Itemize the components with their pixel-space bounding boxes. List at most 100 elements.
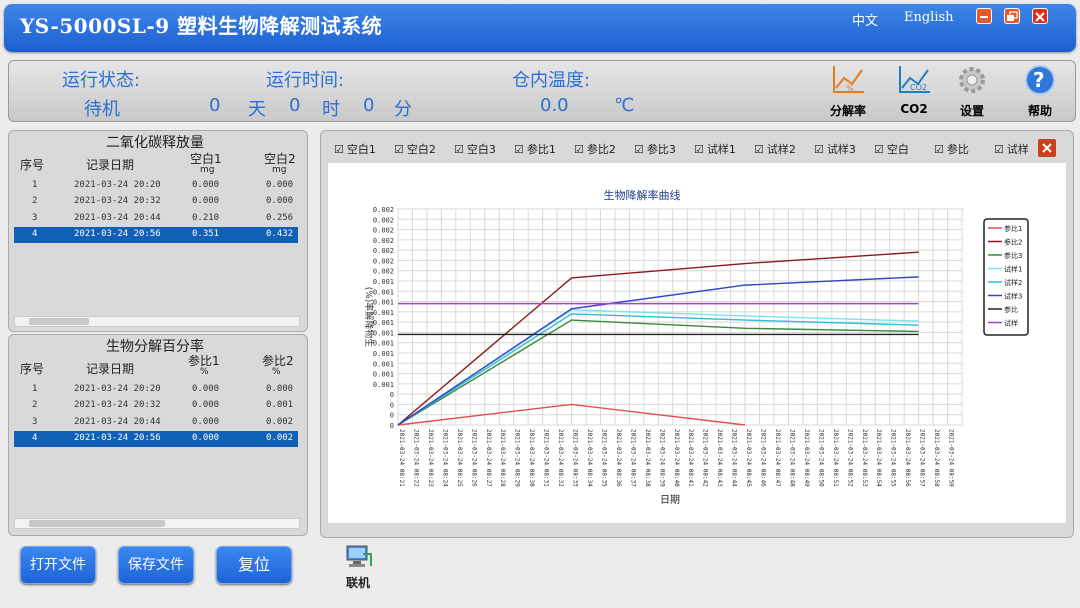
help-tool-button[interactable]: ? 帮助 xyxy=(1010,64,1070,119)
series-checkbox[interactable]: ☑ 参比1 xyxy=(514,141,556,157)
table-row[interactable]: 1 2021-03-24 20:20 0.000 0.000 xyxy=(14,178,298,194)
series-checkbox-label: 空白2 xyxy=(406,143,436,156)
table-row-selected[interactable]: 4 2021-03-24 20:56 0.351 0.432 xyxy=(14,227,298,243)
y-tick-label: 0.001 xyxy=(373,319,394,327)
y-tick-label: 0 xyxy=(390,422,394,430)
row-ref1: 0.000 xyxy=(192,400,220,410)
x-tick-label: 2021-03-24 08:43 xyxy=(716,429,723,487)
x-tick-label: 2021-03-24 08:29 xyxy=(514,429,521,487)
x-tick-label: 2021-03-24 08:57 xyxy=(919,429,926,487)
y-tick-label: 0.002 xyxy=(373,257,394,265)
checkbox-checked-icon: ☑ xyxy=(694,143,704,156)
row-date: 2021-03-24 20:32 xyxy=(74,400,161,410)
table-row[interactable]: 2 2021-03-24 20:32 0.000 0.000 xyxy=(14,194,298,210)
row-blank1: 0.210 xyxy=(192,213,220,223)
lang-english-link[interactable]: English xyxy=(904,10,954,25)
checkbox-checked-icon: ☑ xyxy=(334,143,344,156)
legend-label: 试样 xyxy=(1004,319,1018,328)
y-tick-label: 0.001 xyxy=(373,340,394,348)
bio-table-scrollbar[interactable] xyxy=(14,518,300,529)
minimize-button[interactable] xyxy=(976,8,992,24)
checkbox-checked-icon: ☑ xyxy=(394,143,404,156)
close-window-button[interactable] xyxy=(1032,8,1048,24)
x-tick-label: 2021-03-24 08:53 xyxy=(861,429,868,487)
restore-button[interactable] xyxy=(1004,8,1020,24)
checkbox-checked-icon: ☑ xyxy=(874,143,884,156)
checkbox-checked-icon: ☑ xyxy=(814,143,824,156)
row-ref2: 0.000 xyxy=(266,384,294,394)
x-axis-label: 日期 xyxy=(660,494,680,506)
degradation-tool-button[interactable]: % 分解率 xyxy=(818,64,878,119)
series-checkbox[interactable]: ☑ 试样3 xyxy=(814,141,856,157)
y-tick-label: 0.002 xyxy=(373,247,394,255)
chart-title: 生物降解率曲线 xyxy=(604,188,681,202)
checkbox-checked-icon: ☑ xyxy=(934,143,944,156)
row-ref2: 0.001 xyxy=(266,400,294,410)
co2-tool-label: CO2 xyxy=(900,102,928,116)
row-index: 3 xyxy=(32,213,38,223)
series-checkbox[interactable]: ☑ 空白 xyxy=(874,141,909,157)
series-checkbox[interactable]: ☑ 参比2 xyxy=(574,141,616,157)
online-button[interactable]: 联机 xyxy=(334,544,382,591)
online-label: 联机 xyxy=(345,576,370,590)
series-checkbox-label: 空白 xyxy=(886,143,909,156)
y-tick-label: 0 xyxy=(390,412,394,420)
reset-button[interactable]: 复位 xyxy=(216,546,292,584)
open-file-button[interactable]: 打开文件 xyxy=(20,546,96,584)
save-file-button[interactable]: 保存文件 xyxy=(118,546,194,584)
table-row[interactable]: 2 2021-03-24 20:32 0.000 0.001 xyxy=(14,398,298,414)
series-checkbox[interactable]: ☑ 空白3 xyxy=(454,141,496,157)
co2-table-scrollbar[interactable] xyxy=(14,316,300,327)
y-tick-label: 0.002 xyxy=(373,268,394,276)
svg-text:CO2: CO2 xyxy=(910,83,927,92)
x-tick-label: 2021-03-24 08:59 xyxy=(948,429,955,487)
y-tick-label: 0.001 xyxy=(373,299,394,307)
series-checkbox[interactable]: ☑ 试样1 xyxy=(694,141,736,157)
co2-table: 序号 记录日期 空白1 mg 空白2 mg 1 2021-03-24 20:20… xyxy=(14,150,300,326)
checkbox-checked-icon: ☑ xyxy=(994,143,1004,156)
co2-tool-button[interactable]: CO2 CO2 xyxy=(884,64,944,116)
row-blank1: 0.351 xyxy=(192,229,220,239)
scrollbar-thumb[interactable] xyxy=(29,318,89,325)
series-checkbox[interactable]: ☑ 参比 xyxy=(934,141,969,157)
checkbox-checked-icon: ☑ xyxy=(514,143,524,156)
row-blank2: 0.432 xyxy=(266,229,294,239)
bio-table: 序号 记录日期 参比1 % 参比2 % 1 2021-03-24 20:20 0… xyxy=(14,352,300,528)
table-row[interactable]: 3 2021-03-24 20:44 0.210 0.256 xyxy=(14,211,298,227)
chart-area: 0.002 0.002 0.002 0.002 0.002 0.002 0.002 0.001… xyxy=(328,163,1066,523)
settings-tool-button[interactable]: 设置 xyxy=(942,64,1002,119)
series-checkbox[interactable]: ☑ 空白2 xyxy=(394,141,436,157)
col-index-header: 序号 xyxy=(20,362,45,376)
x-tick-label: 2021-03-24 08:23 xyxy=(427,429,434,487)
row-index: 1 xyxy=(32,180,38,190)
row-index: 2 xyxy=(32,400,38,410)
series-checkbox-label: 参比2 xyxy=(586,143,616,156)
col-date-header: 记录日期 xyxy=(86,158,135,172)
restore-icon xyxy=(1007,11,1018,21)
minute-unit: 分 xyxy=(394,99,412,120)
scrollbar-thumb[interactable] xyxy=(29,520,165,527)
svg-text:%: % xyxy=(846,84,854,93)
table-row-selected[interactable]: 4 2021-03-24 20:56 0.000 0.002 xyxy=(14,431,298,447)
series-checkbox[interactable]: ☑ 参比3 xyxy=(634,141,676,157)
row-date: 2021-03-24 20:20 xyxy=(74,180,161,190)
close-chart-button[interactable] xyxy=(1038,139,1056,157)
run-state-value: 待机 xyxy=(84,99,120,120)
y-tick-label: 0 xyxy=(390,401,394,409)
row-blank2: 0.256 xyxy=(266,213,294,223)
table-row[interactable]: 1 2021-03-24 20:20 0.000 0.000 xyxy=(14,382,298,398)
row-date: 2021-03-24 20:44 xyxy=(74,213,161,223)
y-tick-label: 0.002 xyxy=(373,206,394,214)
series-checkbox[interactable]: ☑ 试样 xyxy=(994,141,1029,157)
row-ref1: 0.000 xyxy=(192,384,220,394)
row-index: 1 xyxy=(32,384,38,394)
x-tick-label: 2021-03-24 08:30 xyxy=(528,429,535,487)
row-ref2: 0.002 xyxy=(266,417,294,427)
series-checkbox[interactable]: ☑ 空白1 xyxy=(334,141,376,157)
series-checkbox[interactable]: ☑ 试样2 xyxy=(754,141,796,157)
row-index: 4 xyxy=(32,229,38,239)
computer-network-icon xyxy=(346,545,372,567)
lang-chinese-link[interactable]: 中文 xyxy=(852,10,878,29)
legend-label: 试样1 xyxy=(1004,265,1022,274)
table-row[interactable]: 3 2021-03-24 20:44 0.000 0.002 xyxy=(14,415,298,431)
